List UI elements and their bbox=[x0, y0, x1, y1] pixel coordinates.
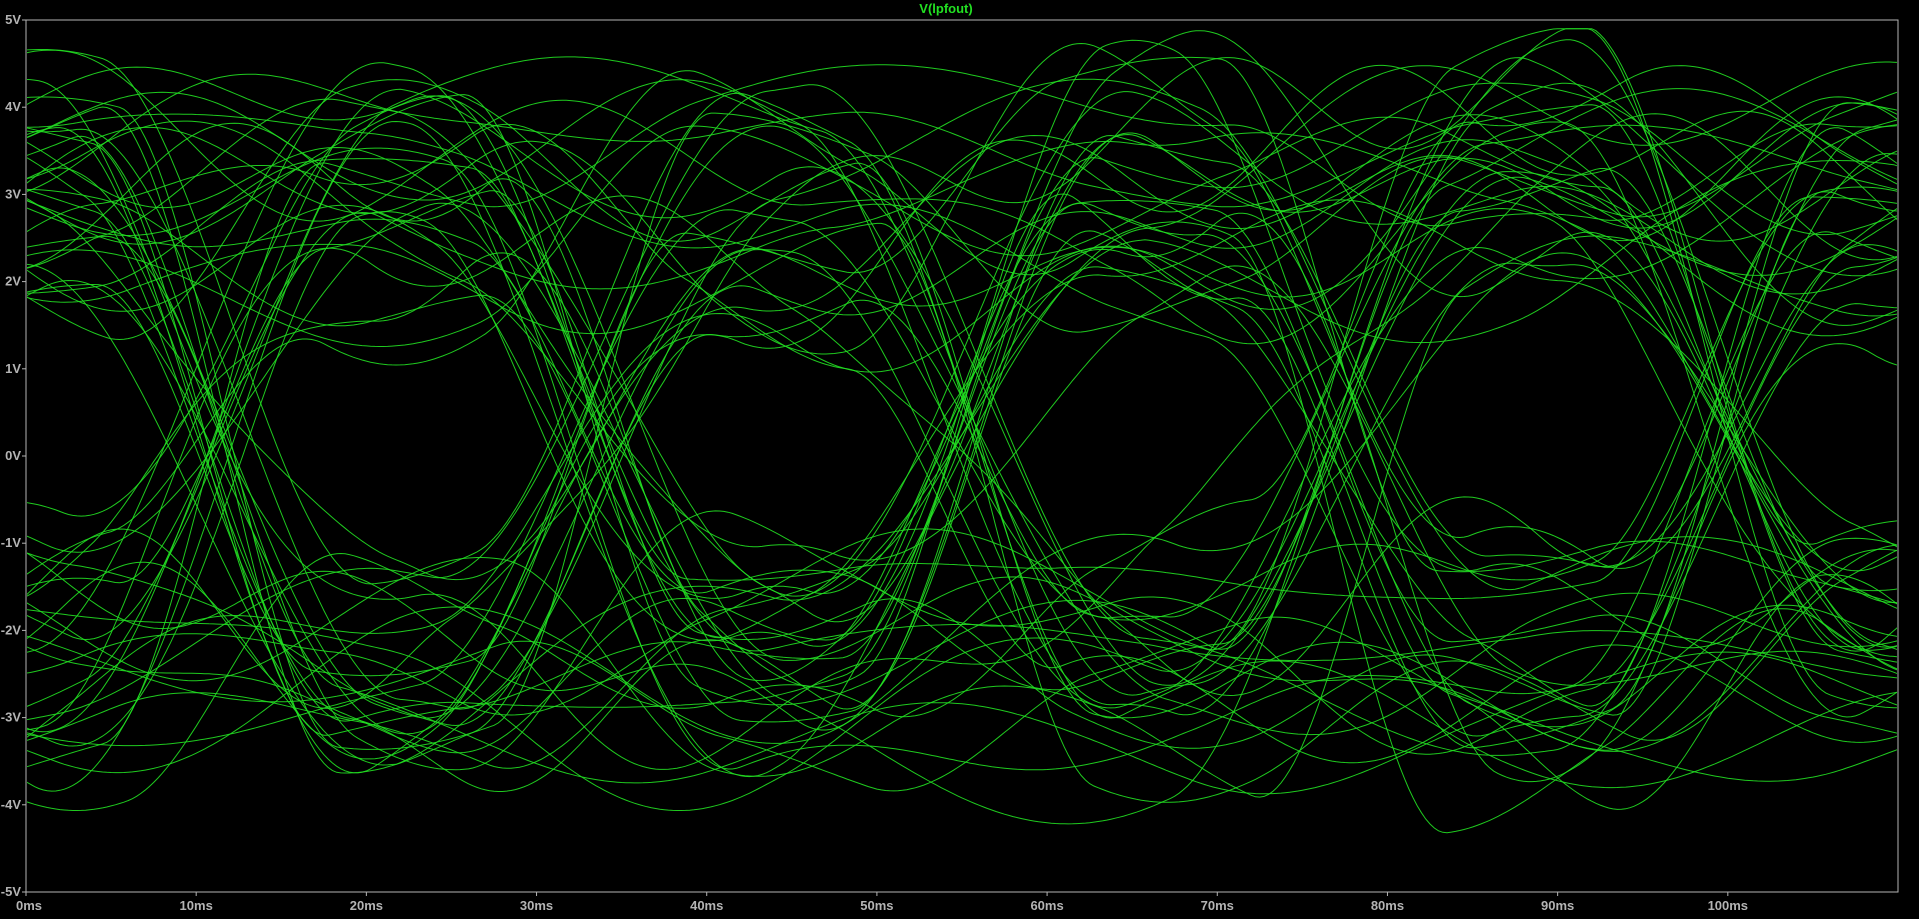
x-tick-label: 100ms bbox=[1708, 898, 1748, 913]
y-tick-label: 4V bbox=[5, 99, 21, 114]
plot-title: V(lpfout) bbox=[919, 1, 972, 16]
y-tick-label: -5V bbox=[1, 884, 22, 899]
x-tick-label: 0ms bbox=[16, 898, 42, 913]
x-tick-label: 30ms bbox=[520, 898, 553, 913]
x-tick-label: 20ms bbox=[350, 898, 383, 913]
y-tick-label: -4V bbox=[1, 797, 22, 812]
y-tick-label: 0V bbox=[5, 448, 21, 463]
y-tick-label: 5V bbox=[5, 12, 21, 27]
y-tick-label: 1V bbox=[5, 361, 21, 376]
x-tick-label: 60ms bbox=[1030, 898, 1063, 913]
waveform-plot: V(lpfout) 5V 4V 3V 2V 1V 0V -1V -2V -3V -4V -5V 0m… bbox=[0, 0, 1919, 919]
x-tick-label: 80ms bbox=[1371, 898, 1404, 913]
x-tick-label: 70ms bbox=[1201, 898, 1234, 913]
y-tick-label: -1V bbox=[1, 535, 22, 550]
x-tick-label: 50ms bbox=[860, 898, 893, 913]
x-tick-label: 40ms bbox=[690, 898, 723, 913]
x-tick-label: 90ms bbox=[1541, 898, 1574, 913]
x-tick-label: 10ms bbox=[180, 898, 213, 913]
y-tick-label: -3V bbox=[1, 710, 22, 725]
y-tick-label: -2V bbox=[1, 622, 22, 637]
y-tick-label: 3V bbox=[5, 186, 21, 201]
y-tick-label: 2V bbox=[5, 274, 21, 289]
